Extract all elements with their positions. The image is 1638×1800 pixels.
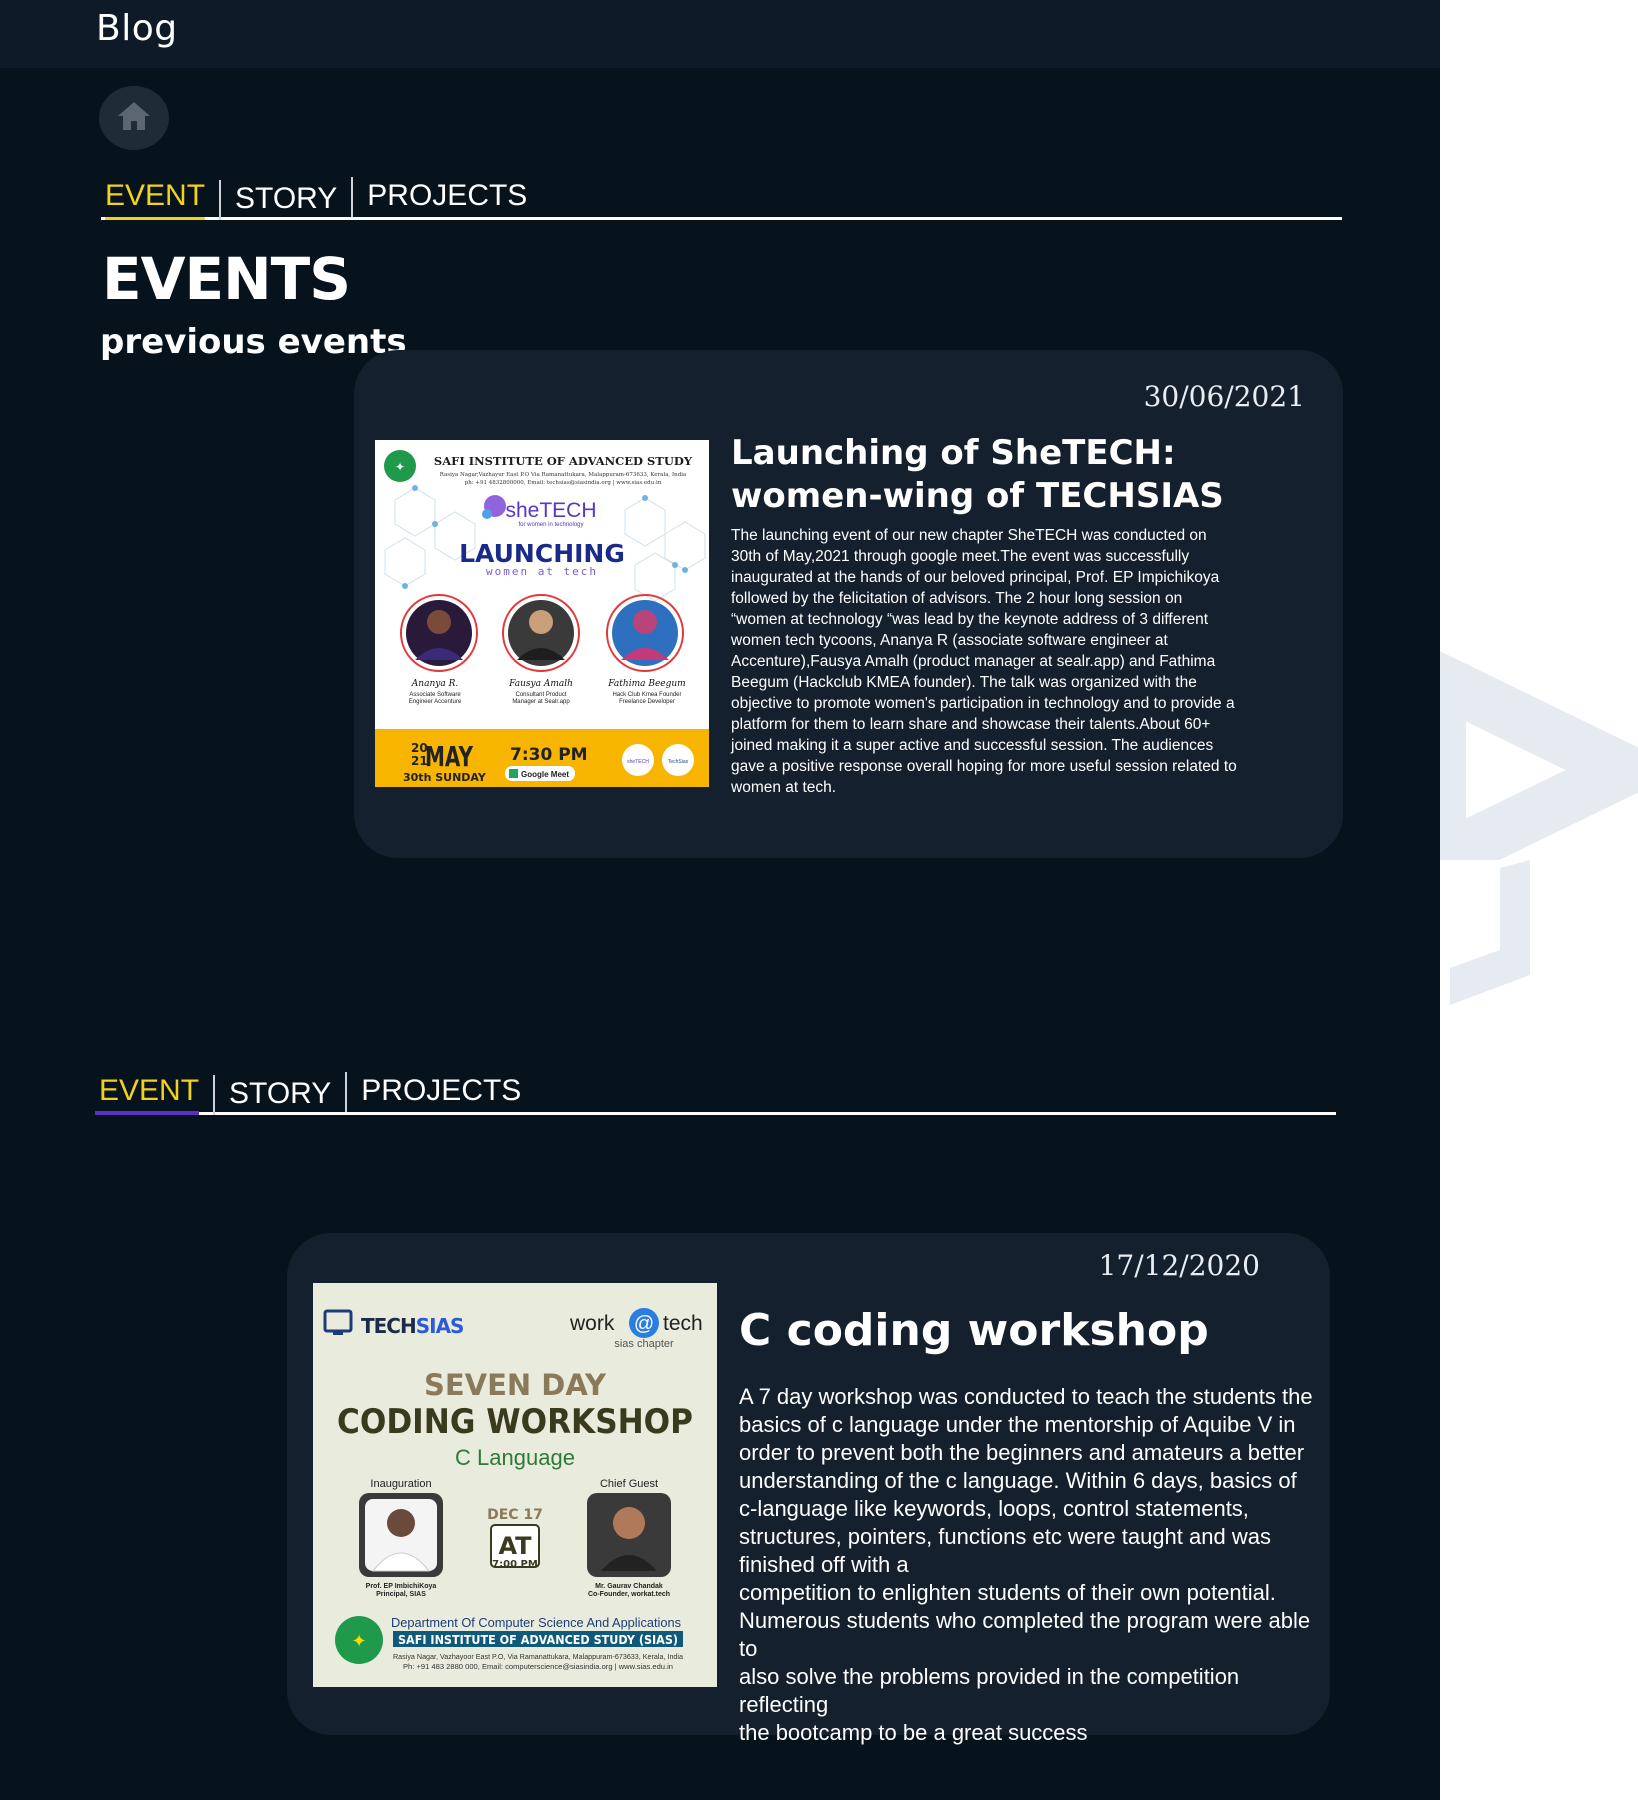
poster-month: MAY [425, 740, 474, 773]
tab-event[interactable]: EVENT [95, 1072, 213, 1115]
event-description-line: understanding of the c language. Within … [739, 1468, 1297, 1493]
poster-partner-at: @ [634, 1313, 654, 1335]
blog-page: Blog EVENT STORY PROJECTS EVENTS previou… [0, 0, 1440, 1800]
app-title[interactable]: Blog [96, 8, 178, 49]
event-description-line: also solve the problems provided in the … [739, 1664, 1240, 1717]
event-title-line: Launching of SheTECH: [731, 433, 1176, 473]
event-description-line: structures, pointers, functions etc were… [739, 1524, 1271, 1549]
tab-projects[interactable]: PROJECTS [351, 177, 541, 217]
page-subtitle: previous events [100, 322, 407, 362]
svg-text:✦: ✦ [395, 460, 405, 474]
home-button[interactable] [99, 86, 169, 150]
event-description-line: competition to enlighten students of the… [739, 1580, 1276, 1605]
poster-time: 7:00 PM [492, 1559, 538, 1570]
event-title: Launching of SheTECH: women-wing of TECH… [731, 432, 1291, 518]
event-description-line: the bootcamp to be a great success [739, 1720, 1088, 1745]
poster-logo1: sheTECH [627, 759, 649, 765]
poster-line3: C Language [455, 1445, 575, 1470]
page-title: EVENTS [102, 245, 351, 313]
svg-text:TECHSIAS: TECHSIAS [361, 1314, 463, 1338]
tab-event[interactable]: EVENT [101, 177, 219, 220]
poster-date: DEC 17 [487, 1507, 543, 1523]
poster-speaker-name: Fathima Beegum [607, 679, 685, 689]
poster-contact: ph: +91 4832800000, Email: techsias@sias… [465, 479, 662, 486]
category-tabs: EVENT STORY PROJECTS [95, 1068, 1336, 1115]
tab-story[interactable]: STORY [219, 180, 351, 220]
svg-text:✦: ✦ [351, 1631, 366, 1652]
poster-speaker-ring [502, 594, 580, 672]
event-title: C coding workshop [739, 1305, 1209, 1356]
event-description-line: Numerous students who completed the prog… [739, 1608, 1311, 1661]
event-date: 17/12/2020 [1098, 1249, 1260, 1282]
poster-speaker-role: Associate Software [409, 692, 461, 698]
poster-speaker-role: Engineer Accenture [409, 699, 462, 705]
poster-partner-a: work [569, 1312, 615, 1335]
poster-speaker-ring [606, 594, 684, 672]
poster-brand-sub: for women in technology [518, 522, 583, 528]
poster-tagline: women at tech [486, 565, 598, 578]
poster-address: Rasiya Nagar, Vazhayoor East P.O, Via Ra… [393, 1654, 683, 1661]
poster-person2-role: Co-Founder, workat.tech [588, 1591, 670, 1598]
event-description-line: basics of c language under the mentorshi… [739, 1412, 1296, 1437]
poster-at: AT [498, 1532, 532, 1560]
top-bar: Blog [0, 0, 1440, 68]
tab-projects[interactable]: PROJECTS [345, 1072, 535, 1112]
poster-institute: SAFI INSTITUTE OF ADVANCED STUDY (SIAS) [398, 1633, 678, 1647]
event-description-line: finished off with a [739, 1552, 909, 1577]
poster-speaker-name: Ananya R. [411, 679, 459, 689]
poster-speaker-name: Fausya Amalh [508, 679, 573, 689]
poster-institute: SAFI INSTITUTE OF ADVANCED STUDY [434, 454, 693, 468]
poster-line2: CODING WORKSHOP [337, 1402, 693, 1442]
poster-headline: LAUNCHING [459, 539, 625, 568]
poster-logo2: TechSias [668, 759, 689, 765]
poster-time: 7:30 PM [510, 745, 588, 765]
home-icon [115, 99, 153, 138]
poster-speaker-role: Freelance Developer [619, 699, 675, 705]
event-description-line: A 7 day workshop was conducted to teach … [739, 1384, 1313, 1409]
poster-address: Rasiya Nagar,Vazhayur East P.O Via Raman… [440, 472, 687, 478]
event-description: A 7 day workshop was conducted to teach … [739, 1383, 1329, 1747]
event-card: 17/12/2020 TECHSIAS work @ tech sias cha… [287, 1233, 1330, 1745]
event-title-line: women-wing of TECHSIAS [731, 476, 1224, 516]
poster-speaker-ring [400, 594, 478, 672]
svg-text:work: work [569, 1312, 615, 1335]
poster-line1: SEVEN DAY [424, 1368, 607, 1402]
event-description-line: c-language like keywords, loops, control… [739, 1496, 1249, 1521]
poster-speaker-role: Manager at Sealr.app [512, 699, 570, 705]
event-poster: ✦ SAFI INSTITUTE OF ADVANCED STUDY Rasiy… [375, 440, 709, 787]
poster-chief-guest: Chief Guest [600, 1478, 658, 1490]
poster-partner-sub: sias chapter [614, 1338, 674, 1350]
poster-platform: Google Meet [521, 770, 569, 779]
poster-person1-role: Principal, SIAS [376, 1591, 426, 1598]
tab-story[interactable]: STORY [213, 1075, 345, 1115]
poster-speaker-role: Hack Club Kmea Founder [612, 692, 681, 698]
poster-contact: Ph: +91 483 2880 000, Email: computersci… [403, 1664, 673, 1671]
poster-brand-b: SIAS [416, 1314, 464, 1338]
poster-speaker-role: Consultant Product [515, 692, 566, 698]
poster-person1-name: Prof. EP ImbichiKoya [366, 1583, 437, 1590]
event-card: 30/06/2021 ✦ SAFI INSTITUTE OF ADVANCED … [354, 350, 1343, 858]
event-date: 30/06/2021 [1143, 380, 1305, 413]
event-poster: TECHSIAS work @ tech sias chapter SEVEN … [313, 1283, 717, 1687]
poster-brand-a: TECH [361, 1314, 416, 1338]
poster-partner-b: tech [663, 1312, 703, 1335]
poster-dept: Department Of Computer Science And Appli… [391, 1615, 681, 1630]
category-tabs: EVENT STORY PROJECTS [101, 173, 1342, 220]
event-description: The launching event of our new chapter S… [731, 527, 1237, 796]
event-description-line: order to prevent both the beginners and … [739, 1440, 1305, 1465]
poster-inauguration: Inauguration [370, 1478, 431, 1490]
background-logo [1440, 650, 1638, 1030]
poster-day: 30th SUNDAY [403, 771, 487, 784]
poster-person2-name: Mr. Gaurav Chandak [595, 1583, 663, 1590]
poster-brand: sheTECH [505, 499, 596, 522]
